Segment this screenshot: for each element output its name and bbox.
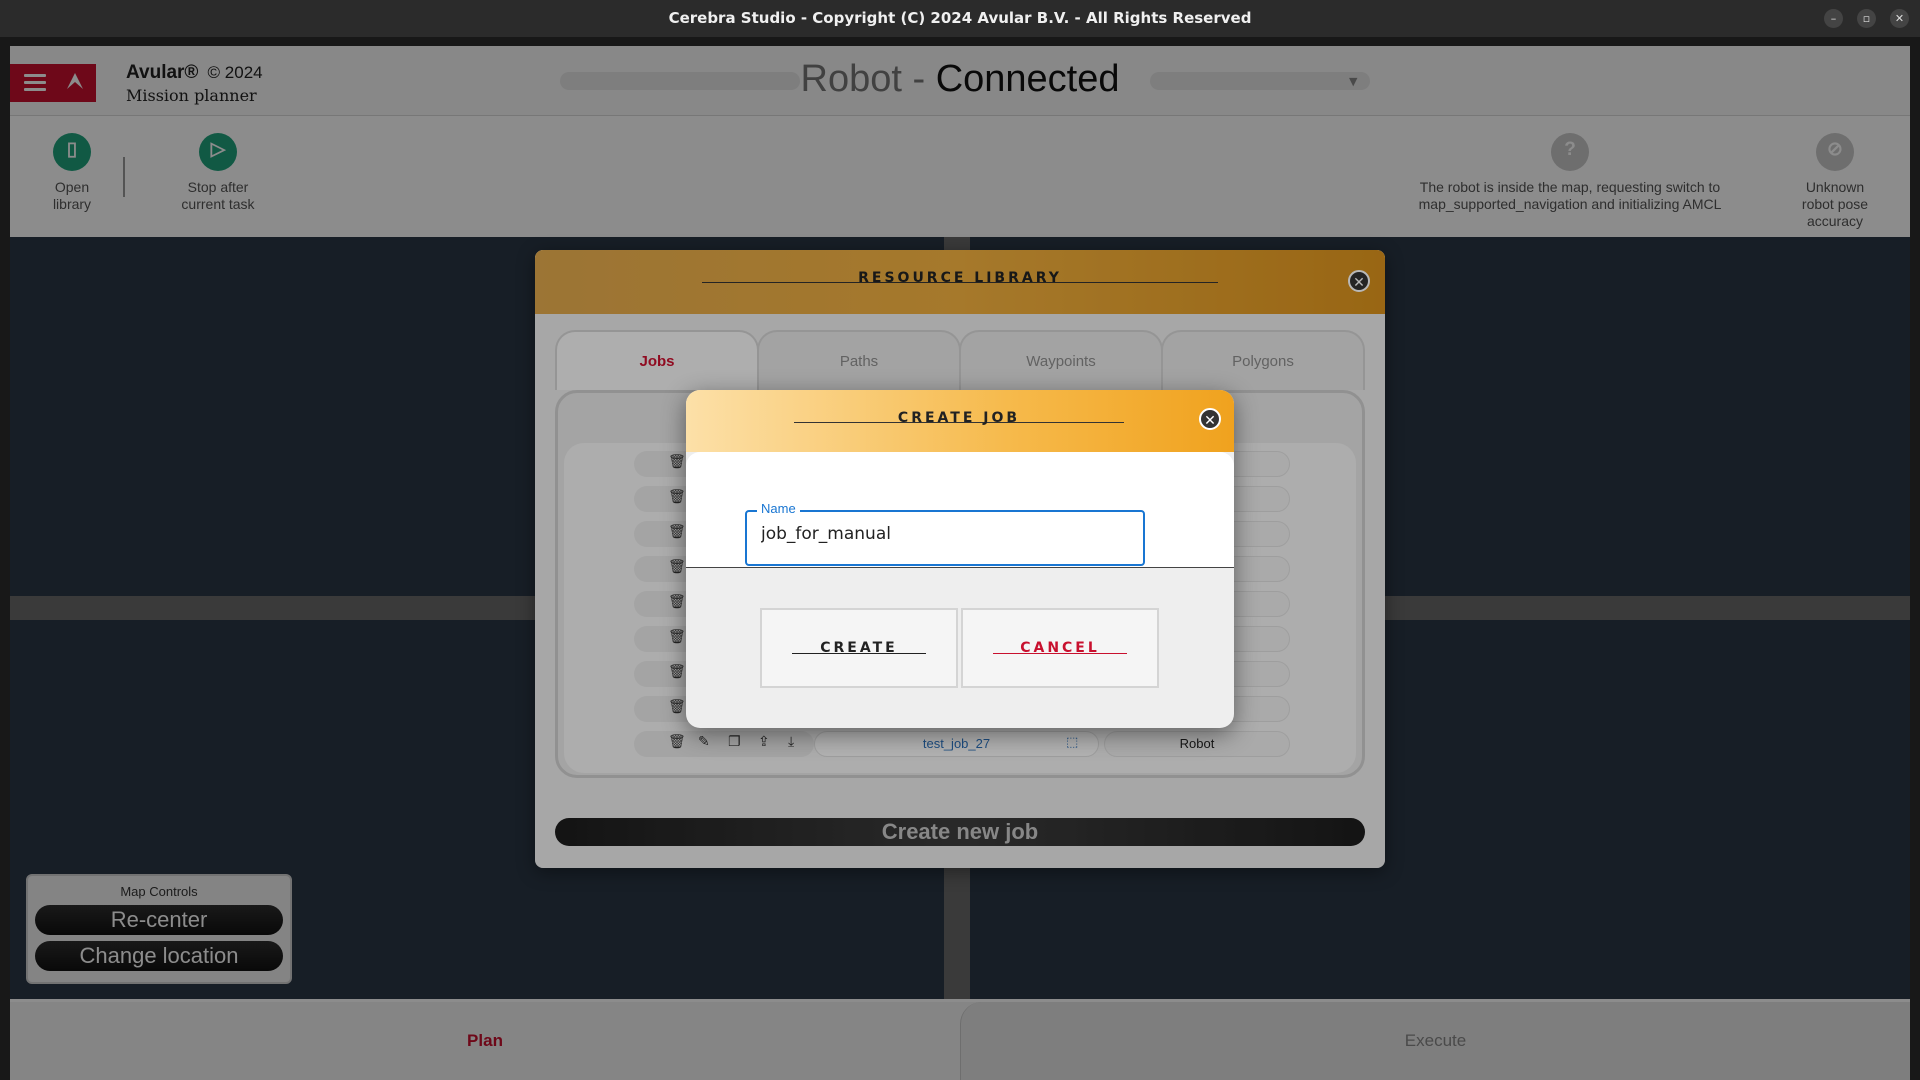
name-field-label: Name [757,501,800,516]
create-job-title: CREATE JOB [794,410,1124,426]
create-button[interactable]: CREATE [760,608,958,688]
cancel-underline [993,653,1127,654]
minimize-icon[interactable]: – [1824,9,1843,28]
close-window-icon[interactable]: ✕ [1890,9,1909,28]
maximize-icon[interactable]: ▫ [1857,9,1876,28]
window-title: Cerebra Studio - Copyright (C) 2024 Avul… [668,9,1252,27]
create-underline [792,653,926,654]
window-titlebar: Cerebra Studio - Copyright (C) 2024 Avul… [0,0,1920,37]
create-job-title-text: CREATE JOB [897,410,1021,426]
close-dialog-icon[interactable]: ✕ [1199,408,1221,430]
create-job-form: Name [686,452,1234,568]
create-job-header: CREATE JOB ✕ [686,390,1234,452]
name-field[interactable]: Name [745,501,1145,566]
name-input[interactable] [761,524,1121,544]
create-job-dialog: CREATE JOB ✕ Name CREATE CANCEL [686,390,1234,728]
cancel-button[interactable]: CANCEL [961,608,1159,688]
